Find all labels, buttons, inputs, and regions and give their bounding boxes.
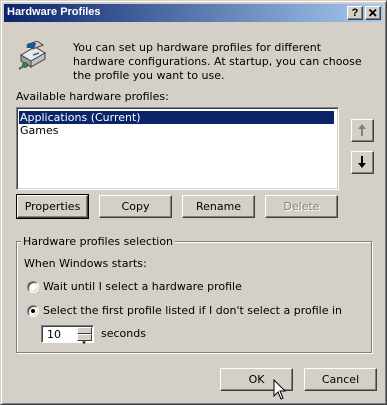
when-windows-starts-label: When Windows starts:	[24, 257, 147, 270]
close-icon	[368, 8, 377, 17]
spinner-buttons	[77, 327, 92, 344]
window-title: Hardware Profiles	[7, 6, 101, 18]
delete-button[interactable]: Delete	[265, 195, 338, 218]
intro-text: You can set up hardware profiles for dif…	[73, 41, 362, 82]
cancel-button[interactable]: Cancel	[304, 368, 377, 391]
move-up-button[interactable]	[351, 119, 374, 142]
list-item[interactable]: Applications (Current)	[19, 111, 334, 124]
wait-radio-label[interactable]: Wait until I select a hardware profile	[43, 280, 242, 293]
rename-button[interactable]: Rename	[182, 195, 255, 218]
wait-radio[interactable]	[27, 281, 39, 293]
move-down-button[interactable]	[351, 151, 374, 174]
title-bar[interactable]: Hardware Profiles ?	[4, 4, 383, 22]
available-profiles-label: Available hardware profiles:	[16, 90, 169, 103]
radio-selected-dot	[31, 309, 35, 313]
spin-down-button[interactable]	[77, 334, 92, 344]
copy-button[interactable]: Copy	[99, 195, 172, 218]
profiles-listbox[interactable]: Applications (Current) Games	[16, 107, 339, 190]
properties-button[interactable]: Properties	[16, 194, 89, 219]
close-button[interactable]	[365, 6, 381, 20]
seconds-label: seconds	[101, 327, 146, 340]
spin-down-icon	[82, 341, 86, 344]
list-item[interactable]: Games	[19, 124, 60, 137]
seconds-value[interactable]: 10	[47, 328, 61, 341]
first-profile-radio-label[interactable]: Select the first profile listed if I don…	[43, 304, 342, 317]
group-title: Hardware profiles selection	[21, 235, 176, 248]
hardware-profiles-icon	[18, 41, 46, 70]
spin-up-button[interactable]	[77, 327, 92, 337]
seconds-spinner[interactable]: 10	[41, 325, 94, 344]
first-profile-radio[interactable]	[27, 305, 39, 317]
arrow-down-icon	[358, 156, 366, 168]
help-button[interactable]: ?	[347, 6, 363, 20]
mouse-cursor-icon	[273, 379, 287, 400]
arrow-up-icon	[358, 124, 366, 136]
hardware-profiles-dialog: Hardware Profiles ? You can set up hardw…	[0, 0, 387, 405]
